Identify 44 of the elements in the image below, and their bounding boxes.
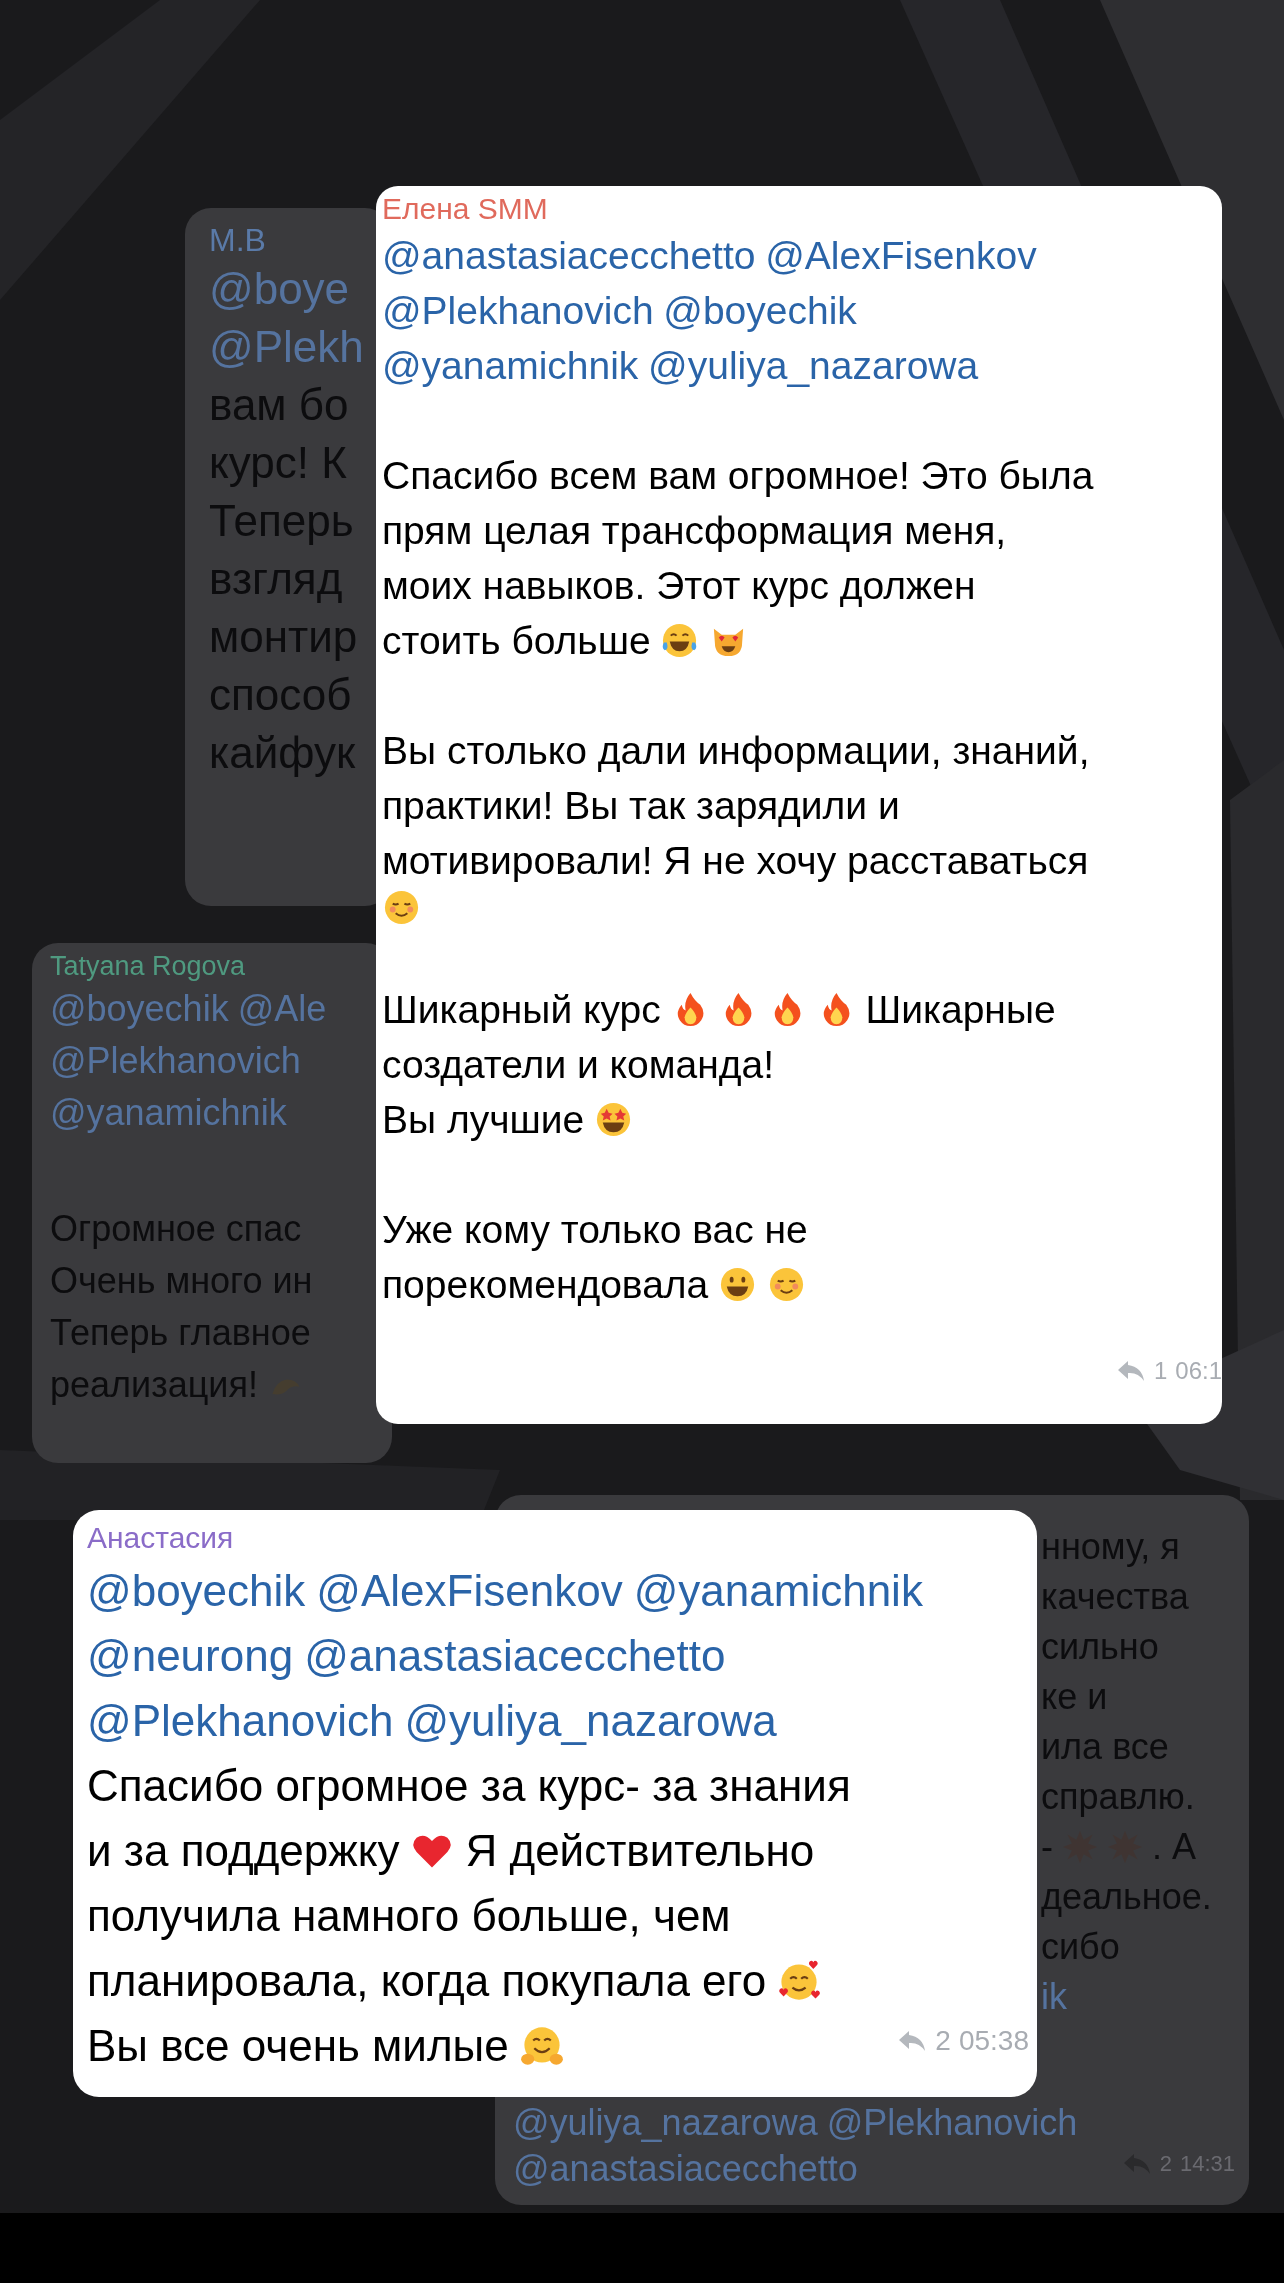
sender-name: Анастасия — [87, 1520, 235, 1556]
mention-link[interactable]: @yanamichnik — [633, 1558, 923, 1623]
message-text: Спасибо всем вам огромное! Это была — [382, 453, 1094, 499]
sender-name: M.B — [209, 221, 267, 260]
message-text: Вы столько дали информации, знаний, — [382, 728, 1090, 774]
smiling-emoji-icon — [382, 888, 421, 927]
mention-link[interactable]: @boyechik — [87, 1558, 306, 1623]
message-text: стоить больше — [382, 618, 651, 664]
message-text: прям целая трансформация меня, — [382, 508, 1007, 554]
mention-link[interactable]: @AlexFisenkov — [316, 1558, 623, 1623]
mention-link[interactable]: @Plekhanovich — [382, 283, 654, 338]
message-text: Шикарный курс — [382, 987, 661, 1033]
mention-link[interactable]: @anastasiacecchetto — [304, 1623, 726, 1688]
mention-link[interactable]: @neurong — [87, 1623, 294, 1688]
message-text: получила намного больше, чем — [87, 1890, 731, 1942]
message-text: и за поддержку — [87, 1825, 400, 1877]
mention-link[interactable]: @AlexFisenkov — [765, 228, 1037, 283]
sender-name: Елена SMM — [382, 191, 549, 227]
message-text: Уже кому только вас не — [382, 1207, 808, 1253]
message-text: - — [1041, 1825, 1053, 1869]
message-text: Вы лучшие — [382, 1097, 585, 1143]
reply-count: 2 — [935, 2024, 951, 2058]
message-text: Я действительно — [465, 1825, 815, 1877]
sender-name: Tatyana Rogova — [50, 950, 247, 983]
mention-link[interactable]: @yuliya_nazarowa — [404, 1688, 777, 1753]
message-time: 05:38 — [958, 2024, 1029, 2058]
mention-link[interactable]: @boyechik — [663, 283, 857, 338]
message-text: порекомендовала — [382, 1262, 709, 1308]
message-text: Вы все очень милые — [87, 2020, 509, 2072]
message-text: Спасибо огромное за курс- за знания — [87, 1760, 851, 1812]
message-text: создатели и команда! — [382, 1042, 775, 1088]
hearts-face-emoji-icon — [777, 1958, 822, 2003]
message-text: мотивировали! Я не хочу расставаться — [382, 838, 1089, 884]
mention-link[interactable]: @Plekhanovich — [87, 1688, 394, 1753]
mention-link[interactable]: @yanamichnik — [382, 338, 639, 393]
reply-arrow-icon — [897, 2028, 928, 2053]
mention-link[interactable]: @yuliya_nazarowa — [648, 338, 979, 393]
reply-count: 1 — [1153, 1356, 1168, 1386]
message-time: 06:1 — [1175, 1356, 1222, 1386]
message-text: планировала, когда покупала его — [87, 1955, 767, 2007]
message-text: моих навыков. Этот курс должен — [382, 563, 976, 609]
message-text: Шикарные — [865, 987, 1056, 1033]
mention-link[interactable]: @anastasiacecchetto — [382, 228, 756, 283]
message-text: практики! Вы так зарядили и — [382, 783, 900, 829]
